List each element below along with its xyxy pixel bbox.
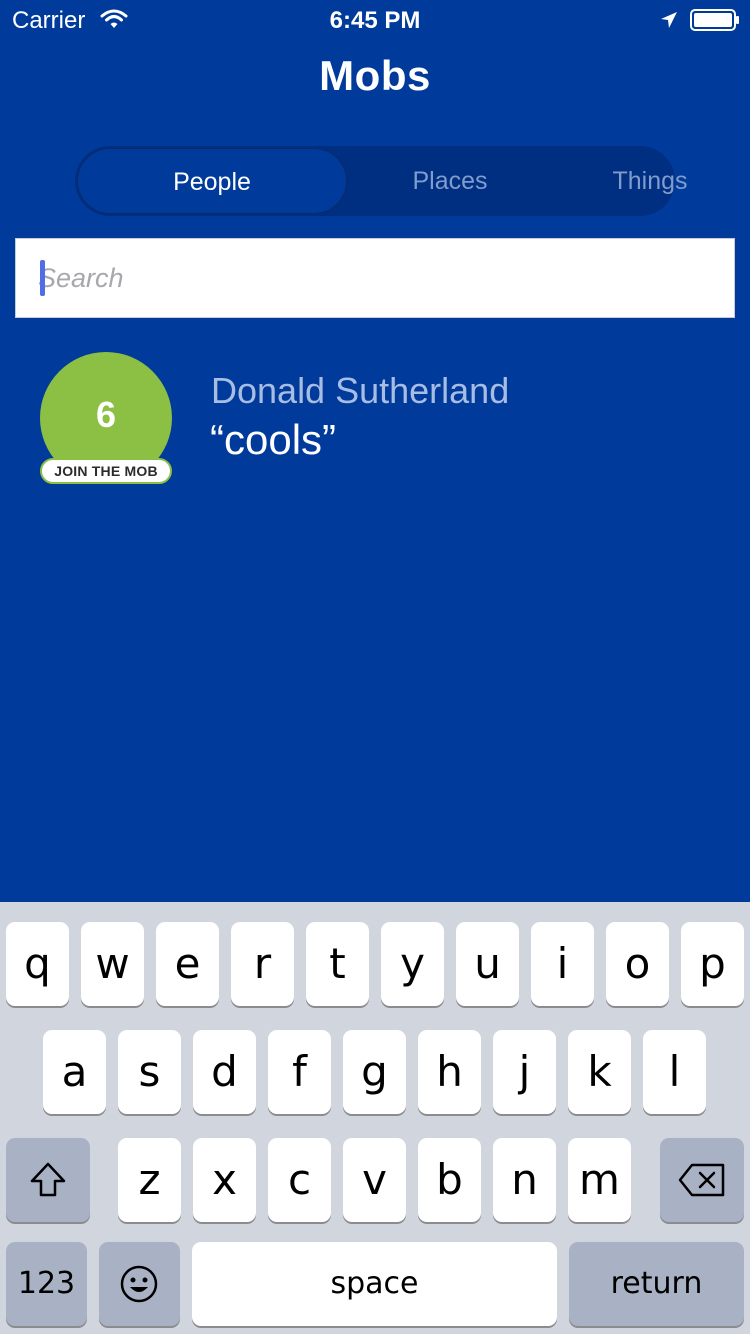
- page-title: Mobs: [319, 52, 431, 99]
- key-u[interactable]: u: [456, 922, 519, 1006]
- join-the-mob-button[interactable]: JOIN THE MOB: [40, 458, 172, 484]
- battery-icon: [690, 9, 739, 31]
- key-i[interactable]: i: [531, 922, 594, 1006]
- key-z[interactable]: z: [118, 1138, 181, 1222]
- mob-quote: “cools”: [210, 416, 337, 463]
- key-e[interactable]: e: [156, 922, 219, 1006]
- key-n[interactable]: n: [493, 1138, 556, 1222]
- key-j[interactable]: j: [493, 1030, 556, 1114]
- key-x[interactable]: x: [193, 1138, 256, 1222]
- shift-icon: [30, 1162, 66, 1197]
- tab-things[interactable]: Things: [550, 146, 750, 216]
- key-c[interactable]: c: [268, 1138, 331, 1222]
- return-key[interactable]: return: [569, 1242, 744, 1326]
- emoji-icon: [120, 1265, 158, 1303]
- key-l[interactable]: l: [643, 1030, 706, 1114]
- key-o[interactable]: o: [606, 922, 669, 1006]
- key-f[interactable]: f: [268, 1030, 331, 1114]
- status-bar: Carrier 6:45 PM: [0, 0, 750, 40]
- key-m[interactable]: m: [568, 1138, 631, 1222]
- space-key[interactable]: space: [192, 1242, 557, 1326]
- text-cursor: [40, 260, 45, 296]
- key-b[interactable]: b: [418, 1138, 481, 1222]
- keyboard: q w e r t y u i o p a s d f g h j k l z …: [0, 902, 750, 1334]
- mob-count: 6: [95, 394, 117, 435]
- tab-places[interactable]: Places: [350, 146, 550, 216]
- key-v[interactable]: v: [343, 1138, 406, 1222]
- tab-people[interactable]: People: [77, 148, 347, 214]
- delete-icon: [678, 1163, 725, 1197]
- key-s[interactable]: s: [118, 1030, 181, 1114]
- key-p[interactable]: p: [681, 922, 744, 1006]
- key-h[interactable]: h: [418, 1030, 481, 1114]
- list-item[interactable]: 6 JOIN THE MOB Donald Sutherland “cools”: [0, 350, 750, 490]
- key-d[interactable]: d: [193, 1030, 256, 1114]
- delete-key[interactable]: [660, 1138, 744, 1222]
- key-q[interactable]: q: [6, 922, 69, 1006]
- shift-key[interactable]: [6, 1138, 90, 1222]
- category-segmented-control: People Places Things: [75, 146, 688, 216]
- search-input[interactable]: [38, 239, 718, 317]
- mob-name: Donald Sutherland: [211, 370, 510, 411]
- location-arrow-icon: [661, 12, 677, 28]
- emoji-key[interactable]: [99, 1242, 180, 1326]
- key-a[interactable]: a: [43, 1030, 106, 1114]
- key-k[interactable]: k: [568, 1030, 631, 1114]
- key-w[interactable]: w: [81, 922, 144, 1006]
- key-t[interactable]: t: [306, 922, 369, 1006]
- search-box: [15, 238, 735, 318]
- clock-time: 6:45 PM: [329, 7, 421, 34]
- key-y[interactable]: y: [381, 922, 444, 1006]
- numbers-key[interactable]: 123: [6, 1242, 87, 1326]
- key-r[interactable]: r: [231, 922, 294, 1006]
- key-g[interactable]: g: [343, 1030, 406, 1114]
